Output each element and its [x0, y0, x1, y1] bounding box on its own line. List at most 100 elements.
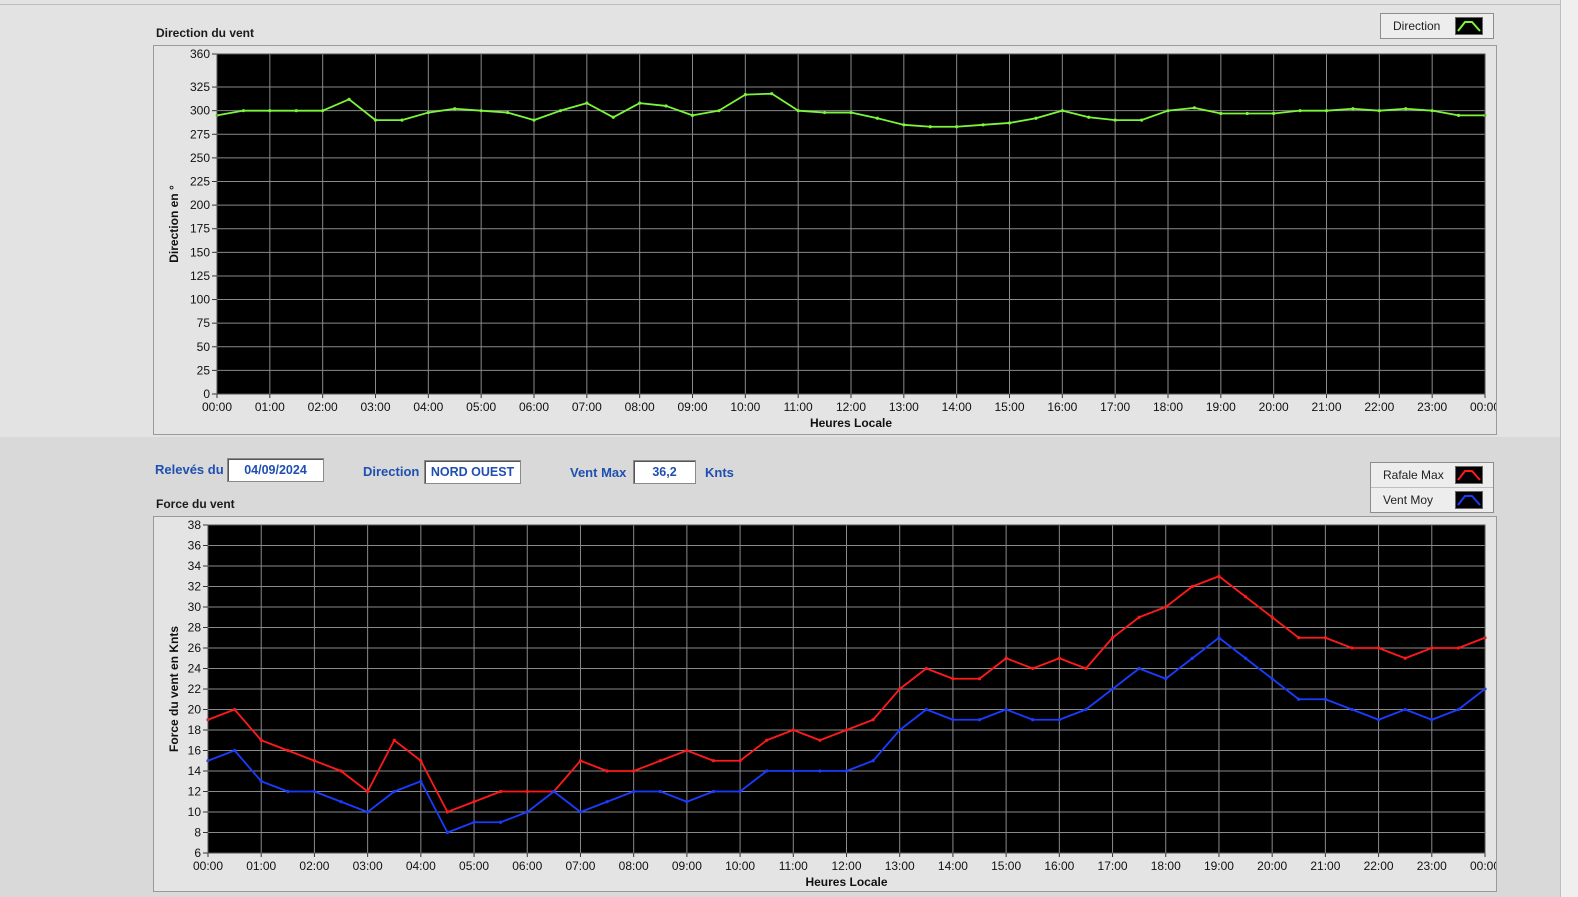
force-point-vent-moy [844, 769, 849, 773]
force-ytick-label: 18 [188, 723, 202, 737]
direction-xtick-label: 00:00 [202, 400, 232, 414]
direction-point-direction [1272, 111, 1276, 116]
direction-xtick-label: 17:00 [1100, 400, 1130, 414]
force-point-rafale-max [632, 769, 636, 773]
direction-field[interactable]: NORD OUEST [424, 460, 521, 484]
force-xtick-label: 05:00 [459, 859, 489, 873]
ventmax-field[interactable]: 36,2 [633, 460, 696, 484]
force-point-vent-moy [898, 728, 902, 732]
force-ytick-label: 20 [188, 703, 202, 717]
force-xtick-label: 12:00 [831, 859, 861, 873]
force-x-axis-title: Heures Locale [805, 875, 887, 889]
force-point-rafale-max [685, 748, 689, 753]
legend-item-rafale[interactable]: Rafale Max [1371, 463, 1493, 487]
force-point-rafale-max [392, 738, 396, 742]
force-point-vent-moy [765, 769, 769, 773]
direction-xtick-label: 20:00 [1259, 400, 1289, 414]
direction-point-direction [1192, 106, 1197, 110]
direction-point-direction [321, 109, 325, 113]
force-point-vent-moy [1456, 707, 1460, 712]
force-point-rafale-max [419, 759, 423, 763]
direction-xtick-label: 07:00 [572, 400, 602, 414]
force-point-rafale-max [738, 759, 742, 763]
legend-label-rafale: Rafale Max [1383, 468, 1444, 482]
force-point-vent-moy [1057, 718, 1061, 722]
force-xtick-label: 00:00 [1470, 859, 1496, 873]
direction-xtick-label: 11:00 [784, 400, 813, 414]
force-point-rafale-max [765, 738, 769, 742]
force-point-vent-moy [1110, 687, 1115, 691]
force-point-rafale-max [1430, 646, 1434, 650]
force-xtick-label: 21:00 [1310, 859, 1340, 873]
force-point-rafale-max [445, 810, 450, 814]
force-point-vent-moy [525, 810, 529, 814]
force-point-rafale-max [658, 759, 662, 763]
force-point-vent-moy [312, 789, 317, 794]
force-xtick-label: 02:00 [299, 859, 329, 873]
force-point-rafale-max [1057, 656, 1061, 660]
force-point-rafale-max [1323, 636, 1327, 640]
force-xtick-label: 18:00 [1151, 859, 1181, 873]
direction-ytick-label: 325 [190, 80, 210, 94]
direction-point-direction [955, 125, 959, 129]
direction-point-direction [638, 101, 642, 105]
ventmax-label: Vent Max [570, 465, 627, 480]
direction-point-direction [1113, 118, 1117, 122]
force-point-rafale-max [1456, 646, 1460, 650]
direction-xtick-label: 13:00 [889, 400, 919, 414]
direction-chart-title: Direction du vent [156, 26, 255, 40]
legend-swatch-rafale [1455, 466, 1483, 484]
direction-ytick-label: 50 [197, 340, 211, 354]
direction-ytick-label: 25 [197, 363, 211, 377]
legend-item-ventmoy[interactable]: Vent Moy [1371, 487, 1493, 512]
force-ytick-label: 10 [188, 805, 202, 819]
force-ytick-label: 34 [188, 559, 202, 573]
force-point-rafale-max [366, 789, 370, 794]
direction-point-direction [1139, 118, 1144, 122]
force-point-vent-moy [711, 789, 716, 794]
force-point-rafale-max [472, 800, 476, 804]
date-field[interactable]: 04/09/2024 [227, 458, 324, 482]
force-point-rafale-max [871, 718, 875, 722]
direction-point-direction [928, 125, 932, 129]
direction-xtick-label: 09:00 [677, 400, 707, 414]
force-xtick-label: 09:00 [672, 859, 702, 873]
direction-xtick-label: 15:00 [994, 400, 1024, 414]
direction-point-direction [1430, 109, 1434, 113]
direction-ytick-label: 360 [190, 47, 210, 61]
force-ytick-label: 22 [188, 682, 202, 696]
direction-point-direction [268, 109, 272, 113]
direction-point-direction [1351, 107, 1355, 111]
force-point-vent-moy [472, 820, 476, 824]
force-xtick-label: 20:00 [1257, 859, 1287, 873]
direction-xtick-label: 01:00 [255, 400, 285, 414]
direction-point-direction [770, 92, 774, 96]
force-point-vent-moy [286, 789, 290, 794]
force-ytick-label: 12 [188, 785, 202, 799]
legend-item-direction[interactable]: Direction [1381, 14, 1493, 38]
force-xtick-label: 10:00 [725, 859, 755, 873]
force-point-vent-moy [1084, 707, 1088, 712]
force-point-vent-moy [1270, 677, 1274, 681]
direction-xtick-label: 02:00 [308, 400, 338, 414]
force-point-vent-moy [977, 718, 982, 722]
direction-point-direction [505, 110, 510, 115]
force-point-rafale-max [578, 759, 583, 763]
force-xtick-label: 22:00 [1364, 859, 1394, 873]
direction-chart: 0 25 50 75 100 125 150 175 200 225 250 275 300 325 360… [167, 47, 1500, 430]
force-xtick-label: 15:00 [991, 859, 1021, 873]
force-point-vent-moy [233, 748, 237, 753]
force-xtick-label: 14:00 [938, 859, 968, 873]
direction-point-direction [1007, 121, 1012, 125]
force-ytick-label: 26 [188, 641, 202, 655]
force-point-rafale-max [818, 738, 822, 742]
direction-point-direction [1219, 111, 1223, 116]
force-xtick-label: 16:00 [1044, 859, 1074, 873]
direction-xtick-label: 04:00 [413, 400, 443, 414]
force-point-rafale-max [1270, 615, 1274, 619]
direction-legend[interactable]: Direction [1380, 13, 1494, 39]
direction-ytick-label: 100 [190, 293, 210, 307]
force-ytick-label: 28 [188, 621, 202, 635]
force-legend[interactable]: Rafale Max Vent Moy [1370, 462, 1494, 513]
direction-point-direction [1060, 109, 1064, 113]
